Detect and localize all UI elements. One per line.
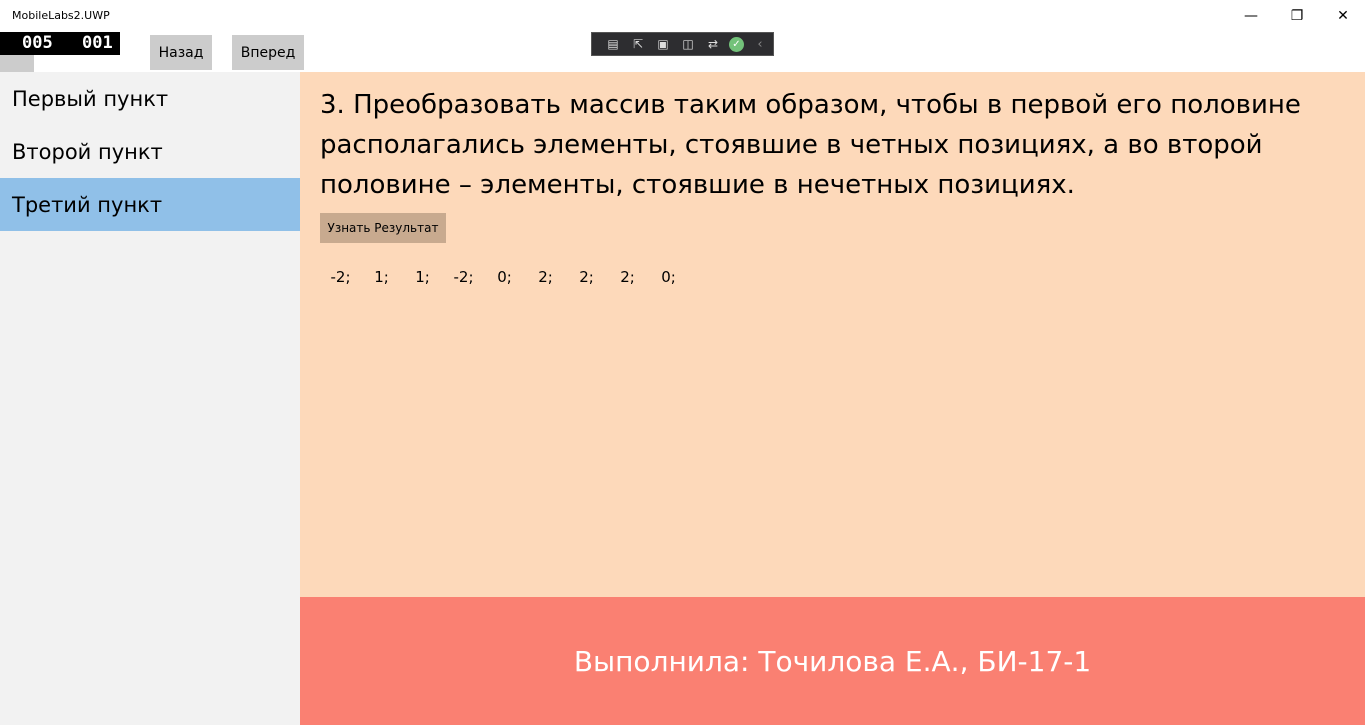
result-value: 0; (497, 268, 512, 286)
app-title: MobileLabs2.UWP (12, 9, 110, 22)
track-focus-icon[interactable]: ◫ (679, 36, 697, 52)
result-value: -2; (453, 268, 474, 286)
chevron-left-icon[interactable]: ‹ (751, 36, 769, 52)
result-value: 2; (620, 268, 635, 286)
result-value: 1; (374, 268, 389, 286)
select-element-icon[interactable]: ⇱ (629, 36, 647, 52)
title-bar: MobileLabs2.UWP — ❐ ✕ (0, 0, 1365, 32)
result-values: -2; 1; 1; -2; 0; 2; 2; 2; 0; (320, 268, 689, 286)
frame-counter: 005 001 (0, 32, 120, 55)
result-value: 0; (661, 268, 676, 286)
close-button[interactable]: ✕ (1320, 0, 1365, 32)
result-value: 2; (538, 268, 553, 286)
live-tree-icon[interactable]: ▤ (604, 36, 622, 52)
sidebar-item-second[interactable]: Второй пункт (0, 125, 300, 178)
sidebar-item-first[interactable]: Первый пункт (0, 72, 300, 125)
frame-counter-left: 005 (22, 33, 53, 53)
status-ok-icon: ✓ (729, 36, 744, 52)
footer: Выполнила: Точилова Е.А., БИ-17-1 (300, 597, 1365, 725)
debug-toolbar: ▤ ⇱ ▣ ◫ ⇄ ✓ ‹ (591, 32, 774, 56)
maximize-button[interactable]: ❐ (1274, 0, 1320, 32)
result-value: 2; (579, 268, 594, 286)
get-result-button[interactable]: Узнать Результат (320, 213, 446, 243)
back-button[interactable]: Назад (150, 35, 212, 70)
forward-button[interactable]: Вперед (232, 35, 304, 70)
sidebar-item-third[interactable]: Третий пункт (0, 178, 300, 231)
hot-reload-icon[interactable]: ⇄ (704, 36, 722, 52)
result-value: 1; (415, 268, 430, 286)
display-layout-icon[interactable]: ▣ (654, 36, 672, 52)
author-text: Выполнила: Точилова Е.А., БИ-17-1 (573, 644, 1092, 678)
restore-icon: ❐ (1290, 8, 1304, 24)
minimize-icon: — (1244, 8, 1258, 24)
task-text: 3. Преобразовать массив таким образом, ч… (320, 90, 1301, 200)
minimize-button[interactable]: — (1228, 0, 1274, 32)
frame-counter-right: 001 (82, 33, 113, 53)
sidebar: Первый пункт Второй пункт Третий пункт (0, 72, 300, 725)
close-icon: ✕ (1337, 8, 1349, 24)
result-value: -2; (330, 268, 351, 286)
content-area: 3. Преобразовать массив таким образом, ч… (300, 72, 1365, 597)
